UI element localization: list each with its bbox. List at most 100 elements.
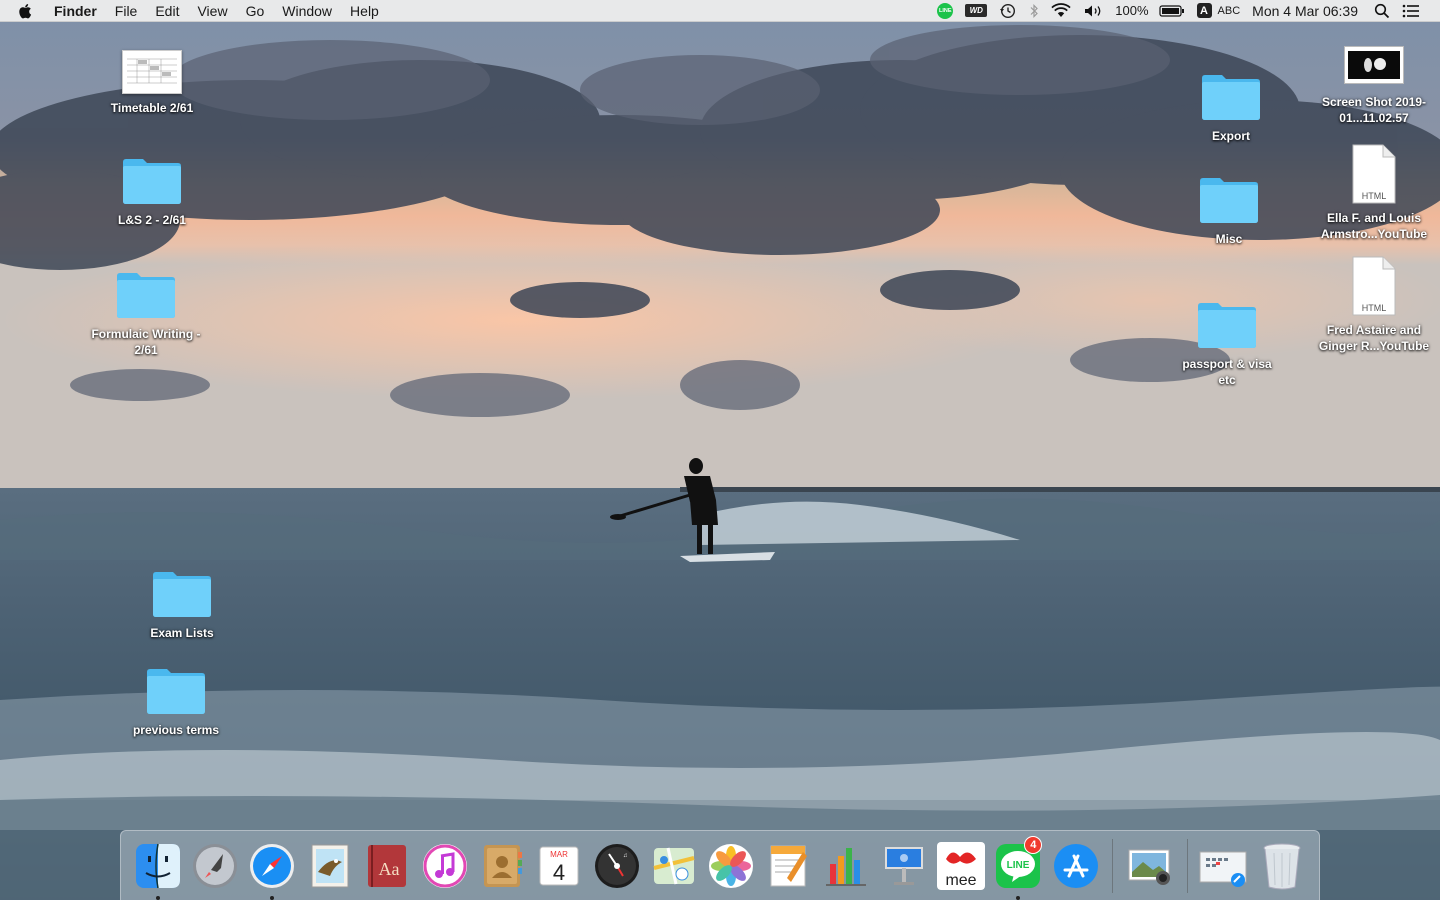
desktop-folder-misc[interactable]: Misc bbox=[1164, 175, 1294, 247]
input-source-name[interactable]: ABC bbox=[1214, 0, 1245, 22]
desktop-item-label: Export bbox=[1211, 129, 1250, 143]
html-document-icon: HTML bbox=[1352, 256, 1396, 316]
menu-edit[interactable]: Edit bbox=[146, 0, 188, 22]
dock-separator bbox=[1186, 838, 1188, 893]
keynote-icon bbox=[884, 846, 923, 885]
wd-drive-icon[interactable]: WD bbox=[959, 0, 993, 22]
notification-center-icon[interactable] bbox=[1396, 0, 1426, 22]
desktop-folder-export[interactable]: Export bbox=[1166, 72, 1296, 144]
desktop-folder-passport-visa[interactable]: passport & visa etc bbox=[1162, 300, 1292, 388]
doc-type-tag: HTML bbox=[1362, 303, 1387, 313]
dock-separator bbox=[1112, 838, 1114, 893]
desktop-item-label: L&S 2 - 2/61 bbox=[117, 213, 187, 227]
app-store-icon bbox=[1053, 843, 1098, 888]
mee-icon: mee bbox=[936, 841, 985, 890]
dashboard-icon: ♫ bbox=[594, 843, 639, 888]
folder-icon bbox=[123, 159, 181, 204]
line-status-icon[interactable]: LINE bbox=[931, 0, 959, 22]
desktop-folder-previous-terms[interactable]: previous terms bbox=[111, 666, 241, 738]
dock-mee[interactable]: mee bbox=[935, 840, 987, 892]
dock-safari[interactable] bbox=[246, 840, 298, 900]
desktop-folder-ls2[interactable]: L&S 2 - 2/61 bbox=[87, 156, 217, 228]
battery-icon[interactable] bbox=[1153, 0, 1191, 22]
dock-image-capture[interactable] bbox=[1124, 840, 1176, 892]
desktop-file-screenshot[interactable]: Screen Shot 2019-01...11.02.57 bbox=[1309, 38, 1439, 126]
svg-text:♫: ♫ bbox=[623, 853, 628, 859]
running-indicator bbox=[155, 895, 160, 900]
dock-photos[interactable] bbox=[705, 840, 757, 892]
maps-icon bbox=[653, 847, 695, 884]
dock-calendar[interactable]: MAR 4 bbox=[533, 840, 585, 892]
volume-icon[interactable] bbox=[1077, 0, 1111, 22]
notification-badge: 4 bbox=[1024, 835, 1043, 854]
desktop-folder-formulaic-writing[interactable]: Formulaic Writing - 2/61 bbox=[81, 270, 211, 358]
desktop-item-label: previous terms bbox=[132, 723, 220, 737]
dock-dashboard[interactable]: ♫ bbox=[591, 840, 643, 892]
dock-launchpad[interactable] bbox=[189, 840, 241, 892]
menu-window[interactable]: Window bbox=[273, 0, 341, 22]
screenshot-thumbnail-icon bbox=[1344, 46, 1404, 84]
dock-trash[interactable] bbox=[1256, 840, 1308, 892]
menu-finder[interactable]: Finder bbox=[50, 0, 106, 22]
menu-view[interactable]: View bbox=[188, 0, 236, 22]
desktop-item-label: Timetable 2/61 bbox=[110, 101, 194, 115]
apple-menu-icon[interactable] bbox=[0, 3, 50, 19]
dock-itunes[interactable] bbox=[419, 840, 471, 892]
running-indicator bbox=[1016, 895, 1021, 900]
dock-preview[interactable] bbox=[304, 840, 356, 892]
bluetooth-icon[interactable] bbox=[1023, 0, 1045, 22]
safari-icon bbox=[250, 843, 295, 888]
line-text: LINE bbox=[1007, 860, 1030, 871]
folder-icon bbox=[117, 273, 175, 318]
photos-icon bbox=[709, 843, 754, 888]
desktop-file-timetable[interactable]: Timetable 2/61 bbox=[87, 50, 217, 116]
dock-numbers[interactable] bbox=[820, 840, 872, 892]
folder-icon bbox=[1198, 303, 1256, 348]
dock-contacts[interactable] bbox=[476, 840, 528, 892]
trash-icon bbox=[1263, 843, 1301, 889]
image-capture-icon bbox=[1128, 849, 1171, 885]
wifi-icon[interactable] bbox=[1045, 0, 1077, 22]
finder-icon bbox=[135, 843, 180, 888]
dock: Aa MAR 4 ♫ mee LINE 4 bbox=[120, 830, 1320, 900]
folder-icon bbox=[153, 572, 211, 617]
dock-pages[interactable] bbox=[763, 840, 815, 892]
mee-text: mee bbox=[945, 872, 976, 889]
calendar-day: 4 bbox=[553, 860, 565, 885]
spotlight-search-icon[interactable] bbox=[1368, 0, 1396, 22]
downloads-stack-icon bbox=[1199, 851, 1247, 887]
folder-icon bbox=[147, 669, 205, 714]
menu-help[interactable]: Help bbox=[341, 0, 388, 22]
launchpad-icon bbox=[193, 843, 238, 888]
calendar-month: MAR bbox=[550, 850, 568, 859]
desktop-file-fred-ginger[interactable]: HTML Fred Astaire and Ginger R...YouTube bbox=[1309, 256, 1439, 354]
dock-downloads-stack[interactable] bbox=[1198, 840, 1250, 892]
menubar-clock[interactable]: Mon 4 Mar 06:39 bbox=[1244, 0, 1368, 22]
desktop-item-label: Exam Lists bbox=[150, 626, 214, 640]
menu-go[interactable]: Go bbox=[237, 0, 274, 22]
calendar-icon: MAR 4 bbox=[539, 846, 579, 885]
menu-bar: Finder File Edit View Go Window Help LIN… bbox=[0, 0, 1440, 22]
dock-line[interactable]: LINE 4 bbox=[992, 835, 1044, 900]
desktop-folder-exam-lists[interactable]: Exam Lists bbox=[117, 569, 247, 641]
desktop-item-label: passport & visa etc bbox=[1182, 357, 1272, 387]
itunes-icon bbox=[422, 843, 467, 888]
dictionary-icon: Aa bbox=[368, 844, 407, 887]
time-machine-icon[interactable] bbox=[993, 0, 1023, 22]
dock-maps[interactable] bbox=[648, 840, 700, 892]
dock-keynote[interactable] bbox=[878, 840, 930, 892]
running-indicator bbox=[270, 895, 275, 900]
input-source-icon[interactable]: A bbox=[1191, 0, 1214, 22]
dock-app-store[interactable] bbox=[1050, 840, 1102, 892]
menu-file[interactable]: File bbox=[106, 0, 147, 22]
numbers-icon bbox=[826, 847, 867, 886]
battery-percent[interactable]: 100% bbox=[1111, 0, 1152, 22]
folder-icon bbox=[1200, 178, 1258, 223]
desktop-item-label: Misc bbox=[1215, 232, 1243, 246]
dock-finder[interactable] bbox=[132, 840, 184, 900]
spreadsheet-thumbnail-icon bbox=[122, 50, 182, 94]
contacts-icon bbox=[483, 844, 522, 887]
dock-dictionary[interactable]: Aa bbox=[361, 840, 413, 892]
desktop-file-ella-louis[interactable]: HTML Ella F. and Louis Armstro...YouTube bbox=[1309, 144, 1439, 242]
desktop-item-label: Screen Shot 2019-01...11.02.57 bbox=[1321, 95, 1427, 125]
